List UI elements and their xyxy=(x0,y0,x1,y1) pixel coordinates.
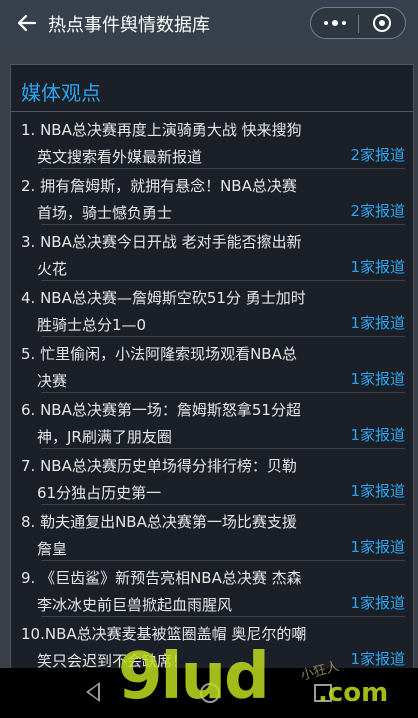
system-nav-bar xyxy=(0,668,418,718)
news-headline: 2. 拥有詹姆斯，就拥有悬念！NBA总决赛首场，骑士憾负勇士 xyxy=(21,173,321,227)
section-title: 媒体观点 xyxy=(21,81,101,105)
report-count-link[interactable]: 2家报道 xyxy=(350,144,405,165)
news-headline-line1: 9. 《巨齿鲨》新预告亮相NBA总决赛 杰森 xyxy=(21,569,302,587)
page-title: 热点事件舆情数据库 xyxy=(48,15,210,36)
news-headline-line1: 5. 忙里偷闲，小法阿隆索现场观看NBA总 xyxy=(21,345,297,363)
report-count-link[interactable]: 1家报道 xyxy=(350,648,405,669)
report-count-link[interactable]: 1家报道 xyxy=(350,368,405,389)
news-headline-line1: 8. 勒夫通复出NBA总决赛第一场比赛支援 xyxy=(21,513,297,531)
report-count-link[interactable]: 2家报道 xyxy=(350,200,405,221)
news-item[interactable]: 10.NBA总决赛麦基被篮圈盖帽 奥尼尔的嘲 笑只会迟到不会缺席！ 1家报道 xyxy=(11,617,413,673)
mini-program-capsule xyxy=(310,7,406,39)
news-item[interactable]: 3. NBA总决赛今日开战 老对手能否擦出新火花 1家报道 xyxy=(11,225,413,283)
news-headline-line1: 3. NBA总决赛今日开战 老对手能否擦出新 xyxy=(21,233,302,251)
news-headline: 8. 勒夫通复出NBA总决赛第一场比赛支援詹皇 xyxy=(21,509,321,563)
news-headline-line2: 火花 xyxy=(37,260,68,278)
report-count-link[interactable]: 1家报道 xyxy=(350,312,405,333)
report-count-link[interactable]: 1家报道 xyxy=(350,592,405,613)
target-close-icon[interactable] xyxy=(359,8,405,38)
news-headline-line2: 英文搜索看外媒最新报道 xyxy=(37,148,203,166)
section-divider xyxy=(11,111,413,112)
media-views-panel: 媒体观点 1. NBA总决赛再度上演骑勇大战 快来搜狗英文搜索看外媒最新报道 2家… xyxy=(10,64,414,674)
news-headline-line2: 詹皇 xyxy=(37,540,68,558)
news-headline: 3. NBA总决赛今日开战 老对手能否擦出新火花 xyxy=(21,229,321,283)
news-list: 1. NBA总决赛再度上演骑勇大战 快来搜狗 英文搜索看外媒最新报道 2家报道 2. … xyxy=(11,113,413,673)
news-headline: 10.NBA总决赛麦基被篮圈盖帽 奥尼尔的嘲 笑只会迟到不会缺席！ xyxy=(21,621,321,673)
news-headline-line1: 1. NBA总决赛再度上演骑勇大战 快来搜狗 xyxy=(21,121,302,139)
news-item[interactable]: 6. NBA总决赛第一场：詹姆斯怒拿51分超神，JR刷满了朋友圈 1家报道 xyxy=(11,393,413,451)
news-item[interactable]: 8. 勒夫通复出NBA总决赛第一场比赛支援詹皇 1家报道 xyxy=(11,505,413,563)
news-headline-line1: 10.NBA总决赛麦基被篮圈盖帽 奥尼尔的嘲 xyxy=(21,625,307,643)
news-headline-line2: 61分独占历史第一 xyxy=(37,484,162,502)
news-headline: 7. NBA总决赛历史单场得分排行榜：贝勒 61分独占历史第一 xyxy=(21,453,321,507)
top-bar: 热点事件舆情数据库 xyxy=(0,0,418,46)
news-headline: 6. NBA总决赛第一场：詹姆斯怒拿51分超神，JR刷满了朋友圈 xyxy=(21,397,321,451)
news-headline-line1: 2. 拥有詹姆斯，就拥有悬念！NBA总决赛 xyxy=(21,177,297,195)
back-arrow-icon[interactable] xyxy=(12,8,42,38)
news-headline-line2: 李冰冰史前巨兽掀起血雨腥风 xyxy=(37,596,233,614)
news-item[interactable]: 5. 忙里偷闲，小法阿隆索现场观看NBA总决赛 1家报道 xyxy=(11,337,413,395)
news-item[interactable]: 7. NBA总决赛历史单场得分排行榜：贝勒 61分独占历史第一 1家报道 xyxy=(11,449,413,507)
news-headline: 1. NBA总决赛再度上演骑勇大战 快来搜狗英文搜索看外媒最新报道 xyxy=(21,117,321,171)
news-item[interactable]: 2. 拥有詹姆斯，就拥有悬念！NBA总决赛首场，骑士憾负勇士 2家报道 xyxy=(11,169,413,227)
report-count-link[interactable]: 1家报道 xyxy=(350,480,405,501)
nav-home-circle-icon[interactable] xyxy=(200,683,220,703)
report-count-link[interactable]: 1家报道 xyxy=(350,424,405,445)
report-count-link[interactable]: 1家报道 xyxy=(350,536,405,557)
report-count-link[interactable]: 1家报道 xyxy=(350,256,405,277)
news-headline-line1: 4. NBA总决赛—詹姆斯空砍51分 勇士加时 xyxy=(21,289,306,307)
news-headline-line2: 神，JR刷满了朋友圈 xyxy=(37,428,172,446)
nav-back-triangle-icon[interactable] xyxy=(86,682,100,702)
news-headline-line2: 首场，骑士憾负勇士 xyxy=(37,204,173,222)
news-headline: 4. NBA总决赛—詹姆斯空砍51分 勇士加时胜骑士总分1—0 xyxy=(21,285,321,339)
news-item[interactable]: 9. 《巨齿鲨》新预告亮相NBA总决赛 杰森李冰冰史前巨兽掀起血雨腥风 1家报道 xyxy=(11,561,413,619)
news-headline-line2: 决赛 xyxy=(37,372,68,390)
news-headline-line1: 7. NBA总决赛历史单场得分排行榜：贝勒 xyxy=(21,457,297,475)
news-headline-line1: 6. NBA总决赛第一场：詹姆斯怒拿51分超 xyxy=(21,401,301,419)
news-headline: 9. 《巨齿鲨》新预告亮相NBA总决赛 杰森李冰冰史前巨兽掀起血雨腥风 xyxy=(21,565,321,619)
news-headline: 5. 忙里偷闲，小法阿隆索现场观看NBA总决赛 xyxy=(21,341,321,395)
nav-recent-square-icon[interactable] xyxy=(314,684,332,702)
news-item[interactable]: 1. NBA总决赛再度上演骑勇大战 快来搜狗英文搜索看外媒最新报道 2家报道 xyxy=(11,113,413,171)
news-headline-line2: 胜骑士总分1—0 xyxy=(37,316,147,334)
news-item[interactable]: 4. NBA总决赛—詹姆斯空砍51分 勇士加时胜骑士总分1—0 1家报道 xyxy=(11,281,413,339)
more-dots-icon[interactable] xyxy=(311,8,358,38)
